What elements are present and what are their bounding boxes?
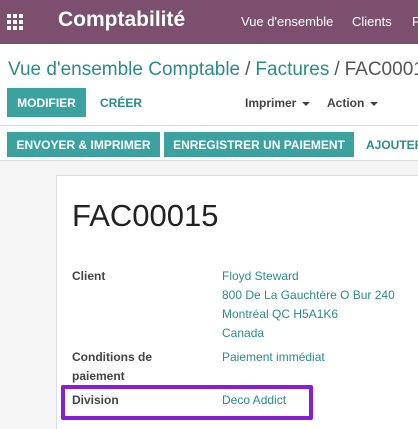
breadcrumb-invoices[interactable]: Factures bbox=[255, 59, 329, 80]
client-address-line[interactable]: Montréal QC H5A1K6 bbox=[222, 305, 338, 324]
send-print-button[interactable]: ENVOYER & IMPRIMER bbox=[7, 132, 160, 157]
edit-button[interactable]: MODIFIER bbox=[7, 88, 86, 117]
menu-suppliers[interactable]: F bbox=[412, 14, 418, 29]
menu-customers[interactable]: Clients bbox=[352, 14, 392, 29]
client-address-line[interactable]: Canada bbox=[222, 324, 264, 343]
payment-terms-value[interactable]: Paiement immédiat bbox=[222, 348, 325, 367]
print-dropdown-label: Imprimer bbox=[245, 96, 297, 110]
division-value[interactable]: Deco Addict bbox=[222, 391, 286, 410]
app-title[interactable]: Comptabilité bbox=[58, 8, 185, 32]
client-address-line[interactable]: 800 De La Gauchtère O Bur 240 bbox=[222, 286, 395, 305]
client-name-link[interactable]: Floyd Steward bbox=[222, 267, 299, 286]
client-label: Client bbox=[72, 269, 106, 283]
apps-grid-icon[interactable] bbox=[7, 14, 25, 30]
add-button[interactable]: AJOUTER bbox=[366, 138, 418, 152]
breadcrumb-current: FAC00015 bbox=[344, 59, 418, 80]
breadcrumb: Vue d'ensemble Comptable / Factures / FAC000… bbox=[8, 59, 418, 81]
top-navbar: Comptabilité Vue d'ensemble Clients F bbox=[0, 0, 418, 44]
action-dropdown-label: Action bbox=[327, 96, 365, 110]
breadcrumb-separator: / bbox=[245, 59, 251, 80]
invoice-number: FAC00015 bbox=[72, 198, 219, 233]
caret-down-icon bbox=[370, 101, 379, 106]
print-dropdown[interactable]: Imprimer bbox=[245, 96, 311, 110]
divider bbox=[0, 125, 418, 126]
payment-terms-label: paiement bbox=[72, 369, 125, 383]
breadcrumb-separator: / bbox=[334, 59, 340, 80]
payment-terms-label: Conditions de bbox=[72, 350, 152, 364]
caret-down-icon bbox=[302, 101, 311, 106]
action-dropdown[interactable]: Action bbox=[327, 96, 379, 110]
division-label: Division bbox=[72, 393, 119, 407]
menu-overview[interactable]: Vue d'ensemble bbox=[241, 14, 333, 29]
register-payment-button[interactable]: ENREGISTRER UN PAIEMENT bbox=[164, 132, 354, 157]
breadcrumb-overview[interactable]: Vue d'ensemble Comptable bbox=[8, 59, 240, 80]
create-button[interactable]: CRÉER bbox=[100, 96, 142, 110]
